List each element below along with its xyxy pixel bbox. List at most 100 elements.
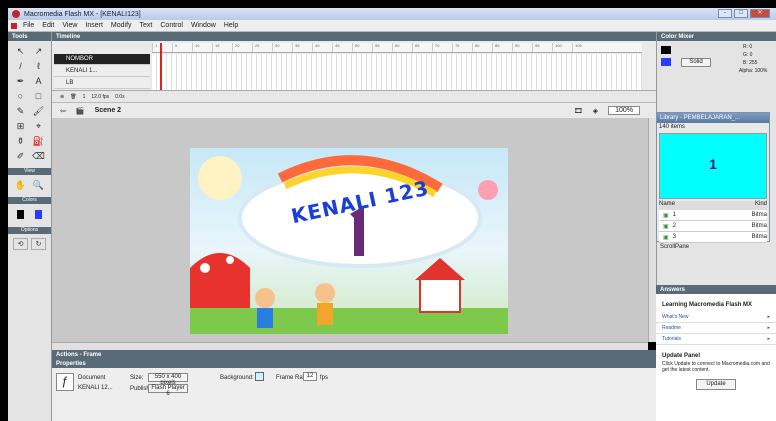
menu-insert[interactable]: Insert — [85, 22, 103, 29]
frame-ruler[interactable]: 1 5 10 15 20 25 30 35 40 45 50 55 60 65 70 75 80 85 90 95 10… — [152, 43, 642, 53]
ink-bottle-icon[interactable]: ⚱ — [13, 135, 28, 147]
link-label: What's New — [662, 314, 689, 320]
frame-number: 25 — [252, 43, 272, 52]
red-value[interactable]: R: 0 — [743, 44, 752, 50]
arrow-icon[interactable]: ↖ — [13, 45, 28, 57]
color-mixer-header[interactable]: Color Mixer — [657, 32, 776, 41]
window-title: Macromedia Flash MX - [KENALI123] — [24, 10, 141, 18]
eraser-icon[interactable]: ⌫ — [31, 150, 46, 162]
trash-icon[interactable]: 🗑 — [70, 94, 76, 100]
item-kind: Bitma — [751, 223, 767, 229]
timeline-status: ⊕ 🗑 1 12.0 fps 0.0s — [52, 90, 656, 102]
green-value[interactable]: G: 0 — [743, 52, 752, 58]
menu-view[interactable]: View — [62, 22, 77, 29]
menu-modify[interactable]: Modify — [111, 22, 132, 29]
stroke-color-swatch[interactable] — [17, 210, 24, 219]
menu-control[interactable]: Control — [160, 22, 183, 29]
update-title: Update Panel — [662, 353, 701, 359]
playhead[interactable] — [160, 43, 162, 91]
dropper-icon[interactable]: ✐ — [13, 150, 28, 162]
layer-name: LB — [66, 80, 74, 86]
background-color-swatch[interactable] — [255, 372, 264, 381]
list-item[interactable]: ▣ 3 Bitma — [659, 232, 767, 243]
lasso-icon[interactable]: ℓ — [31, 60, 46, 72]
layer-row[interactable]: NOMBOR — [54, 54, 150, 65]
frame-number: 10 — [192, 43, 212, 52]
line-icon[interactable]: / — [13, 60, 28, 72]
actions-panel[interactable]: Actions - Frame — [52, 350, 656, 359]
frame-number: 30 — [272, 43, 292, 52]
link-readme[interactable]: Readme ▸ — [656, 323, 776, 334]
pen-icon[interactable]: ✒ — [13, 75, 28, 87]
blue-value[interactable]: B: 255 — [743, 60, 757, 66]
menu-edit[interactable]: Edit — [42, 22, 54, 29]
brush-icon[interactable]: 🖌 — [31, 105, 46, 117]
transform-icon[interactable]: ⊞ — [13, 120, 28, 132]
add-layer-icon[interactable]: ⊕ — [60, 94, 64, 100]
layer-row[interactable]: KENALI 1... — [54, 66, 150, 77]
update-button[interactable]: Update — [696, 379, 736, 390]
menu-window[interactable]: Window — [191, 22, 216, 29]
actions-header[interactable]: Actions - Frame — [52, 350, 656, 359]
alpha-value[interactable]: Alpha: 100% — [739, 68, 767, 74]
properties-header[interactable]: Properties — [52, 359, 656, 368]
list-item[interactable]: ▣ 1 Bitma — [659, 210, 767, 221]
zoom-icon[interactable]: 🔍 — [31, 179, 46, 191]
hand-icon[interactable]: ✋ — [13, 179, 28, 191]
oval-icon[interactable]: ○ — [13, 90, 28, 102]
arrow-icon: ▸ — [767, 314, 770, 320]
pencil-icon[interactable]: ✎ — [13, 105, 28, 117]
library-count: 140 items — [659, 124, 686, 130]
maximize-button[interactable]: □ — [734, 9, 748, 18]
frame-number: 50 — [352, 43, 372, 52]
frame-rate-input[interactable]: 12 — [303, 372, 317, 381]
library-panel: Library - PEMBELAJARAN_... 140 items 1 N… — [656, 112, 770, 243]
scrollpane-item[interactable]: ScrollPane — [660, 244, 689, 250]
list-item[interactable]: ▣ 2 Bitma — [659, 221, 767, 232]
edit-symbol-icon[interactable]: ◈ — [593, 107, 598, 115]
tool-grid: ↖ ↗ / ℓ ✒ A ○ □ ✎ 🖌 ⊞ ⌖ ⚱ ⛽ ✐ ⌫ — [8, 41, 51, 166]
text-icon[interactable]: A — [31, 75, 46, 87]
zoom-select[interactable]: 100% — [608, 106, 640, 115]
answers-title: Learning Macromedia Flash MX — [662, 302, 753, 308]
scene-label[interactable]: Scene 2 — [95, 107, 121, 114]
frame-number: 60 — [392, 43, 412, 52]
background-label: Background: — [220, 375, 254, 381]
answers-header[interactable]: Answers — [656, 285, 776, 294]
horizontal-scrollbar[interactable] — [52, 342, 648, 350]
menu-text[interactable]: Text — [140, 22, 153, 29]
edit-scene-icon[interactable]: 🎞 — [574, 107, 583, 115]
item-name: 1 — [672, 212, 677, 218]
subselect-icon[interactable]: ↗ — [31, 45, 46, 57]
fill-type-select[interactable]: Solid — [681, 58, 711, 67]
size-button[interactable]: 550 x 400 pixels — [148, 373, 188, 386]
fill-swatch[interactable] — [661, 58, 671, 66]
frame-number: 70 — [432, 43, 452, 52]
vertical-scrollbar[interactable] — [648, 118, 656, 342]
timeline-panel: Timeline 1 5 10 15 20 25 30 35 40 45 50 55 60 65 70 75 8… — [52, 32, 656, 118]
doc-name: KENALI 12... — [78, 385, 113, 391]
paint-bucket-icon[interactable]: ⛽ — [31, 135, 46, 147]
menu-help[interactable]: Help — [224, 22, 238, 29]
minimize-button[interactable]: - — [718, 9, 732, 18]
back-arrow-icon[interactable]: ⇦ — [60, 107, 66, 115]
link-tutorials[interactable]: Tutorials ▸ — [656, 334, 776, 345]
stage-canvas[interactable]: KENALI 123 — [190, 148, 508, 334]
fill-transform-icon[interactable]: ⌖ — [31, 120, 46, 132]
frame-number: 40 — [312, 43, 332, 52]
fill-color-swatch[interactable] — [35, 210, 42, 219]
stroke-swatch[interactable] — [661, 46, 671, 54]
link-whats-new[interactable]: What's New ▸ — [656, 312, 776, 323]
close-button[interactable]: ✕ — [750, 9, 770, 18]
snap-option-icon[interactable]: ⟲ — [13, 238, 28, 250]
col-name[interactable]: Name — [659, 201, 675, 210]
layer-row[interactable]: LB — [54, 78, 150, 89]
frame-number: 85 — [492, 43, 512, 52]
frames-grid[interactable] — [152, 54, 642, 90]
library-header[interactable]: Library - PEMBELAJARAN_... — [657, 113, 769, 123]
publish-button[interactable]: Flash Player 6 — [148, 384, 188, 397]
menu-file[interactable]: File — [23, 22, 34, 29]
rect-icon[interactable]: □ — [31, 90, 46, 102]
smooth-option-icon[interactable]: ↻ — [31, 238, 46, 250]
col-kind[interactable]: Kind — [755, 201, 767, 210]
